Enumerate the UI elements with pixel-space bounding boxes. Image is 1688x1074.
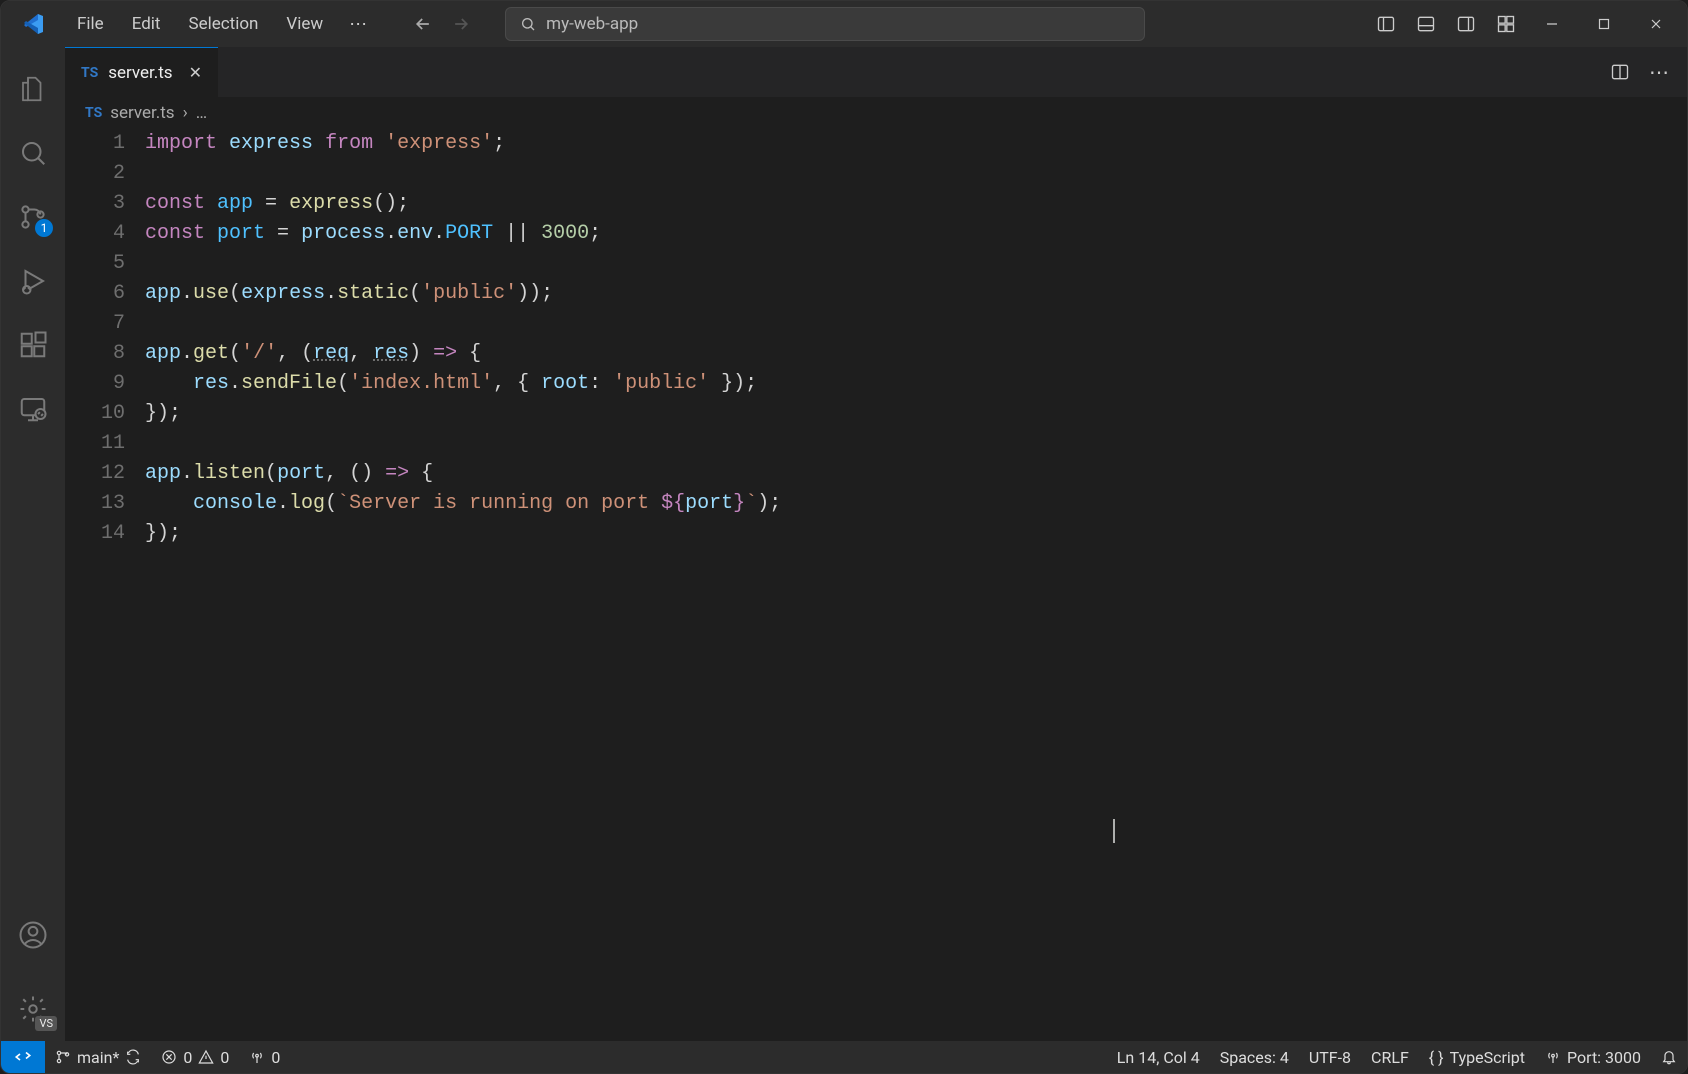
editor-more-icon[interactable]: ⋯ (1643, 55, 1677, 89)
radio-tower-icon (249, 1049, 265, 1065)
typescript-file-icon: TS (85, 105, 102, 121)
status-encoding[interactable]: UTF-8 (1299, 1041, 1361, 1073)
settings-profile-badge: VS (35, 1016, 57, 1031)
scm-badge: 1 (35, 219, 53, 237)
error-icon (161, 1049, 177, 1065)
activity-explorer-icon[interactable] (1, 57, 65, 121)
nav-forward-icon[interactable] (447, 10, 475, 38)
menu-bar: File Edit Selection View ⋯ (63, 8, 381, 41)
title-bar: File Edit Selection View ⋯ my-web-app (1, 1, 1687, 47)
activity-source-control-icon[interactable]: 1 (1, 185, 65, 249)
window-maximize-icon[interactable] (1581, 7, 1627, 41)
tab-bar: TS server.ts ✕ ⋯ (65, 47, 1687, 97)
status-warnings-count: 0 (220, 1048, 229, 1067)
command-center-text: my-web-app (546, 14, 638, 34)
customize-layout-icon[interactable] (1489, 7, 1523, 41)
menu-more-icon[interactable]: ⋯ (337, 8, 381, 41)
status-indentation[interactable]: Spaces: 4 (1210, 1041, 1299, 1073)
tab-close-icon[interactable]: ✕ (189, 63, 202, 82)
breadcrumb-separator: › (183, 103, 188, 123)
status-ports[interactable]: 0 (239, 1041, 290, 1073)
status-ports-count: 0 (271, 1048, 280, 1067)
warning-icon (198, 1049, 214, 1065)
tab-server-ts[interactable]: TS server.ts ✕ (65, 47, 218, 97)
text-cursor (1113, 819, 1115, 843)
status-cursor-position[interactable]: Ln 14, Col 4 (1107, 1041, 1210, 1073)
tab-label: server.ts (108, 63, 172, 83)
menu-edit[interactable]: Edit (118, 8, 175, 41)
activity-settings-icon[interactable]: VS (1, 977, 65, 1041)
radio-tower-icon (1545, 1049, 1561, 1065)
status-branch[interactable]: main* (45, 1041, 151, 1073)
braces-icon: { } (1429, 1048, 1444, 1067)
window-minimize-icon[interactable] (1529, 7, 1575, 41)
nav-back-icon[interactable] (409, 10, 437, 38)
command-center[interactable]: my-web-app (505, 7, 1145, 41)
status-bar: main* 0 0 0 Ln 14, Col 4 Spaces: 4 UTF-8… (1, 1041, 1687, 1073)
search-icon (520, 16, 536, 32)
activity-search-icon[interactable] (1, 121, 65, 185)
vscode-logo-icon (19, 10, 47, 38)
code-content[interactable]: import express from 'express';const app … (145, 129, 1687, 1041)
layout-panel-icon[interactable] (1409, 7, 1443, 41)
typescript-file-icon: TS (81, 65, 98, 81)
menu-file[interactable]: File (63, 8, 118, 41)
remote-indicator-icon[interactable] (1, 1041, 45, 1073)
status-errors-count: 0 (183, 1048, 192, 1067)
status-forwarded-port[interactable]: Port: 3000 (1535, 1041, 1651, 1073)
layout-sidebar-left-icon[interactable] (1369, 7, 1403, 41)
menu-view[interactable]: View (272, 8, 337, 41)
sync-icon (125, 1049, 141, 1065)
breadcrumb[interactable]: TS server.ts › … (65, 97, 1687, 129)
split-editor-icon[interactable] (1603, 55, 1637, 89)
activity-accounts-icon[interactable] (1, 903, 65, 967)
line-number-gutter: 1234567891011121314 (65, 129, 145, 1041)
status-problems[interactable]: 0 0 (151, 1041, 239, 1073)
status-eol[interactable]: CRLF (1361, 1041, 1419, 1073)
breadcrumb-suffix: … (196, 103, 207, 123)
window-close-icon[interactable] (1633, 7, 1679, 41)
editor-region: TS server.ts ✕ ⋯ TS server.ts › … (65, 47, 1687, 1041)
nav-arrows (409, 10, 475, 38)
code-editor[interactable]: 1234567891011121314 import express from … (65, 129, 1687, 1041)
breadcrumb-file: server.ts (110, 103, 174, 123)
activity-run-debug-icon[interactable] (1, 249, 65, 313)
vscode-window: File Edit Selection View ⋯ my-web-app (0, 0, 1688, 1074)
layout-sidebar-right-icon[interactable] (1449, 7, 1483, 41)
status-branch-label: main* (77, 1048, 119, 1067)
menu-selection[interactable]: Selection (174, 8, 272, 41)
activity-extensions-icon[interactable] (1, 313, 65, 377)
status-notifications-icon[interactable] (1651, 1041, 1687, 1073)
activity-bar: 1 VS (1, 47, 65, 1041)
activity-remote-explorer-icon[interactable] (1, 377, 65, 441)
status-language-mode[interactable]: { } TypeScript (1419, 1041, 1535, 1073)
